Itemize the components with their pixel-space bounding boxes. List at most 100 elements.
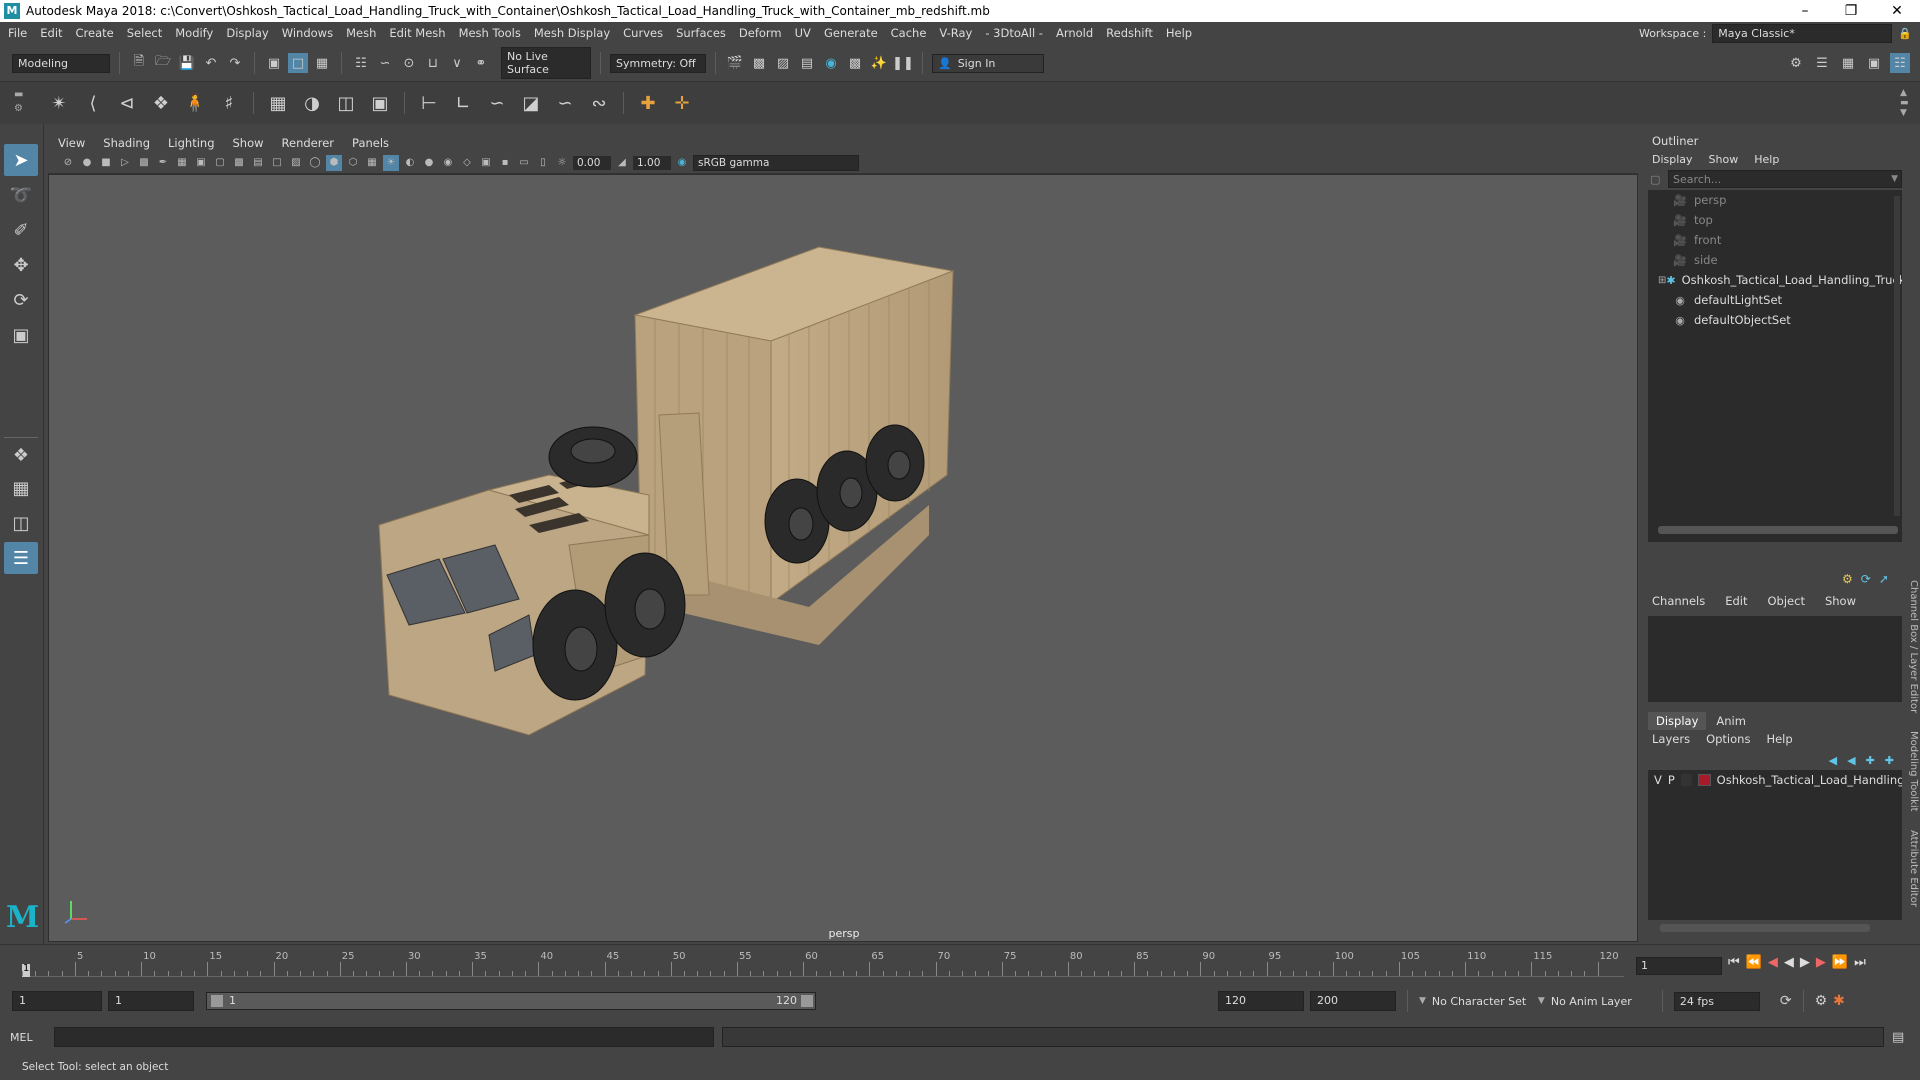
menu-modify[interactable]: Modify — [175, 26, 213, 40]
outliner-menu-show[interactable]: Show — [1709, 153, 1739, 166]
chevron-down-icon[interactable]: ▼ — [1891, 174, 1901, 184]
layer-menu-help[interactable]: Help — [1766, 732, 1792, 746]
wireframe-icon[interactable]: ◯ — [307, 155, 323, 171]
panel-menu-shading[interactable]: Shading — [103, 136, 150, 150]
render-view-icon[interactable]: ▩ — [845, 53, 865, 73]
sign-in-button[interactable]: 👤 Sign In — [932, 53, 1044, 73]
ik-spline-icon[interactable]: ⊲ — [112, 88, 142, 118]
symmetry-dropdown[interactable]: Symmetry: Off — [610, 53, 706, 73]
maximize-button[interactable]: ❐ — [1828, 3, 1874, 19]
animation-start-field[interactable]: 1 — [12, 991, 102, 1011]
menu-create[interactable]: Create — [76, 26, 114, 40]
channel-sync-icon[interactable]: ⟳ — [1861, 572, 1871, 586]
isolate-select-icon[interactable]: ▪ — [497, 155, 513, 171]
ik-fk-icon[interactable]: ∟ — [448, 88, 478, 118]
select-tool-icon[interactable]: ➤ — [4, 144, 38, 176]
camera-select-icon[interactable]: ⊘ — [60, 155, 76, 171]
undo-icon[interactable]: ↶ — [201, 53, 221, 73]
go-to-start-icon[interactable]: ⏮ — [1728, 955, 1740, 970]
camera-2d-pan-icon[interactable]: ▩ — [136, 155, 152, 171]
outliner-item-top[interactable]: 🎥 top — [1648, 210, 1902, 230]
menu-help[interactable]: Help — [1166, 26, 1192, 40]
script-editor-icon[interactable]: ▤ — [1892, 1030, 1904, 1045]
channel-box-icon[interactable]: ☷ — [1890, 53, 1910, 73]
time-slider[interactable]: 1 5 10 15 20 25 30 35 40 45 50 55 60 65 70 75 80 85 90 95 1… — [0, 944, 1920, 982]
outliner-item-persp[interactable]: 🎥 persp — [1648, 190, 1902, 210]
menu-uv[interactable]: UV — [795, 26, 811, 40]
range-end-handle[interactable] — [801, 995, 813, 1007]
outliner-horizontal-scrollbar[interactable] — [1658, 526, 1898, 534]
anim-layer-dropdown[interactable]: No Anim Layer — [1551, 995, 1651, 1008]
animation-preferences-icon[interactable]: ✱ — [1833, 993, 1845, 1009]
human-ik-icon[interactable]: 🧍 — [180, 88, 210, 118]
menu-redshift[interactable]: Redshift — [1106, 26, 1153, 40]
outliner-menu-display[interactable]: Display — [1652, 153, 1693, 166]
menu-arnold[interactable]: Arnold — [1056, 26, 1093, 40]
layer-color-swatch[interactable] — [1697, 774, 1711, 786]
step-back-frame-icon[interactable]: ◀ — [1768, 955, 1778, 970]
hypershade-icon[interactable]: ◉ — [821, 53, 841, 73]
snap-surface-icon[interactable]: ⊔ — [423, 53, 443, 73]
bind-skin-icon[interactable]: ▦ — [263, 88, 293, 118]
menu-edit[interactable]: Edit — [40, 26, 62, 40]
channel-menu-object[interactable]: Object — [1768, 594, 1805, 608]
close-button[interactable]: ✕ — [1874, 3, 1920, 19]
joint-tool-icon[interactable]: ✴ — [44, 88, 74, 118]
menu-display[interactable]: Display — [226, 26, 268, 40]
render-settings-icon[interactable]: ▤ — [797, 53, 817, 73]
bookmark-icon[interactable]: ■ — [98, 155, 114, 171]
character-controls-icon[interactable]: ☰ — [1812, 53, 1832, 73]
menu-file[interactable]: File — [8, 26, 27, 40]
cluster-icon[interactable]: ▣ — [365, 88, 395, 118]
layer-move-down-icon[interactable]: ◀ — [1847, 754, 1855, 767]
play-backwards-icon[interactable]: ◀ — [1784, 955, 1794, 970]
menu-mesh-tools[interactable]: Mesh Tools — [459, 26, 521, 40]
command-input[interactable] — [54, 1027, 714, 1047]
squash-icon[interactable]: ◪ — [516, 88, 546, 118]
outliner-tree[interactable]: 🎥 persp 🎥 top 🎥 front 🎥 side ⊞ ✱ Oshkosh_Tacti… — [1648, 190, 1902, 542]
menu-generate[interactable]: Generate — [824, 26, 878, 40]
redo-icon[interactable]: ↷ — [225, 53, 245, 73]
current-frame-field[interactable]: 1 — [1636, 957, 1722, 975]
panel-menu-renderer[interactable]: Renderer — [282, 136, 335, 150]
ambient-occlusion-icon[interactable]: ● — [421, 155, 437, 171]
outliner-search-input[interactable]: Search... ▼ — [1668, 170, 1902, 188]
four-view-layout-icon[interactable]: ▦ — [4, 472, 38, 504]
menu-edit-mesh[interactable]: Edit Mesh — [389, 26, 445, 40]
twist-icon[interactable]: ∽ — [550, 88, 580, 118]
wave-icon[interactable]: ∾ — [584, 88, 614, 118]
layer-menu-options[interactable]: Options — [1706, 732, 1750, 746]
field-chart-icon[interactable]: ▤ — [250, 155, 266, 171]
search-filter-icon[interactable]: ▢ — [1650, 173, 1664, 186]
channel-menu-edit[interactable]: Edit — [1725, 594, 1747, 608]
loop-icon[interactable]: ⟳ — [1780, 993, 1792, 1009]
layer-menu-layers[interactable]: Layers — [1652, 732, 1690, 746]
step-forward-key-icon[interactable]: ⏩ — [1832, 955, 1848, 970]
truck-model-render[interactable] — [49, 175, 1638, 942]
shelf-scroll-icon[interactable]: ▲ ▬ ▼ — [1900, 88, 1909, 118]
expand-icon[interactable]: ⊞ — [1658, 275, 1666, 286]
fps-dropdown[interactable]: 24 fps — [1673, 991, 1760, 1011]
motion-blur-icon[interactable]: ◉ — [440, 155, 456, 171]
anti-aliasing-icon[interactable]: ◇ — [459, 155, 475, 171]
single-perspective-layout-icon[interactable]: ❖ — [4, 437, 38, 469]
outliner-layout-icon[interactable]: ☰ — [4, 542, 38, 574]
shadows-icon[interactable]: ◐ — [402, 155, 418, 171]
lasso-tool-icon[interactable]: ➰ — [4, 179, 38, 211]
range-slider-bar[interactable]: 1 120 — [206, 992, 816, 1010]
layer-playback-toggle[interactable]: P — [1668, 773, 1675, 787]
render-current-frame-icon[interactable]: 🎬 — [725, 53, 745, 73]
range-start-handle[interactable] — [211, 995, 223, 1007]
outliner-item-side[interactable]: 🎥 side — [1648, 250, 1902, 270]
snap-point-icon[interactable]: ⊙ — [399, 53, 419, 73]
smooth-shade-icon[interactable]: ⬢ — [326, 154, 342, 171]
step-back-key-icon[interactable]: ⏪ — [1746, 955, 1762, 970]
layer-row[interactable]: V P Oshkosh_Tactical_Load_Handling_Tr — [1648, 770, 1902, 790]
xray-joints-icon[interactable]: ▯ — [535, 155, 551, 171]
channel-menu-show[interactable]: Show — [1825, 594, 1856, 608]
minimize-button[interactable]: – — [1782, 3, 1828, 19]
safe-title-icon[interactable]: ▨ — [288, 155, 304, 171]
menu-mesh-display[interactable]: Mesh Display — [534, 26, 610, 40]
menu-deform[interactable]: Deform — [739, 26, 782, 40]
layer-name[interactable]: Oshkosh_Tactical_Load_Handling_Tr — [1717, 773, 1902, 787]
